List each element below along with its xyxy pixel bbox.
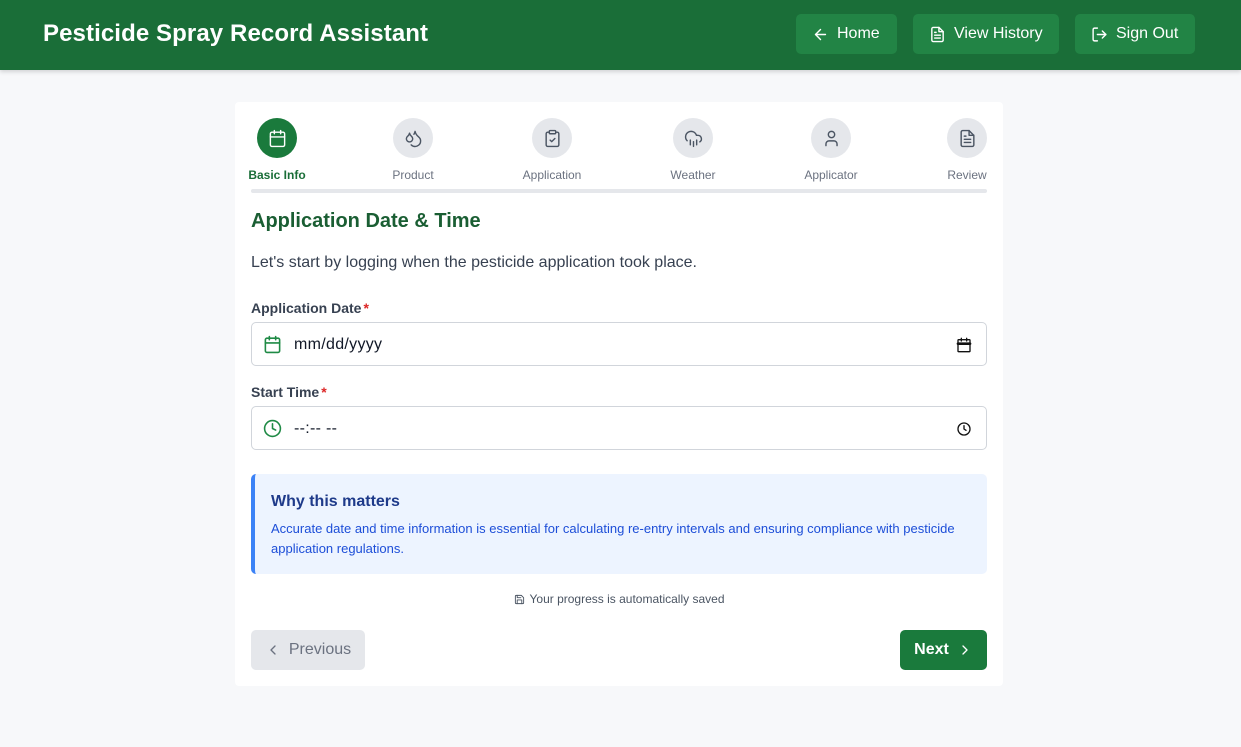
user-icon — [824, 130, 838, 146]
clock-icon — [263, 419, 282, 438]
step-weather[interactable]: Weather — [643, 118, 743, 182]
info-callout: Why this matters Accurate date and time … — [251, 474, 987, 574]
step-label: Product — [392, 168, 434, 182]
start-time-value: --:-- -- — [294, 420, 338, 437]
application-date-input[interactable]: mm/dd/yyyy — [251, 322, 987, 366]
progress-track — [251, 189, 987, 193]
droplets-icon — [405, 130, 421, 147]
step-label: Applicator — [804, 168, 858, 182]
step-label: Review — [947, 168, 987, 182]
previous-button-label: Previous — [288, 641, 352, 658]
step-circle — [393, 118, 433, 158]
chevron-left-icon — [270, 645, 276, 655]
start-time-label-text: Start Time — [251, 384, 320, 400]
save-icon — [514, 594, 524, 604]
step-label: Weather — [670, 168, 716, 182]
previous-button[interactable]: Previous — [251, 630, 365, 670]
file-text-icon — [959, 129, 975, 147]
start-time-input[interactable]: --:-- -- — [251, 406, 987, 450]
step-label: Application — [522, 168, 582, 182]
cloud-rain-icon — [684, 130, 702, 147]
section-intro: Let's start by logging when the pesticid… — [251, 254, 697, 271]
step-circle — [947, 118, 987, 158]
step-product[interactable]: Product — [363, 118, 463, 182]
form-card: Basic Info Product Application Weather A… — [235, 102, 1003, 686]
step-review[interactable]: Review — [917, 118, 1017, 182]
step-circle — [532, 118, 572, 158]
arrow-left-icon — [814, 28, 827, 40]
required-mark: * — [321, 384, 327, 400]
next-button[interactable]: Next — [900, 630, 987, 670]
clipboard-check-icon — [544, 129, 560, 147]
autosave-text: Your progress is automatically saved — [529, 592, 725, 606]
time-picker-icon[interactable] — [956, 421, 972, 437]
start-time-label: Start Time * — [251, 384, 327, 400]
step-circle — [811, 118, 851, 158]
required-mark: * — [363, 300, 369, 316]
calendar-icon — [269, 129, 285, 147]
step-circle — [257, 118, 297, 158]
step-circle — [673, 118, 713, 158]
application-date-value: mm/dd/yyyy — [294, 336, 383, 353]
next-button-label: Next — [914, 641, 949, 658]
home-button-label: Home — [837, 25, 880, 42]
application-date-label: Application Date * — [251, 300, 369, 316]
section-title: Application Date & Time — [251, 210, 481, 232]
step-basic-info[interactable]: Basic Info — [227, 118, 327, 182]
calendar-picker-icon[interactable] — [956, 337, 972, 353]
view-history-button-label: View History — [954, 25, 1043, 42]
calendar-icon — [263, 335, 282, 354]
step-applicator[interactable]: Applicator — [781, 118, 881, 182]
step-label: Basic Info — [248, 168, 306, 182]
view-history-button[interactable]: View History — [913, 14, 1059, 54]
application-date-label-text: Application Date — [251, 300, 362, 316]
sign-out-button-label: Sign Out — [1116, 25, 1179, 42]
file-text-icon — [931, 26, 944, 42]
autosave-notice: Your progress is automatically saved — [235, 592, 1003, 606]
sign-out-button[interactable]: Sign Out — [1075, 14, 1195, 54]
home-button[interactable]: Home — [796, 14, 897, 54]
app-title: Pesticide Spray Record Assistant — [43, 20, 429, 47]
log-out-icon — [1092, 26, 1107, 42]
step-application[interactable]: Application — [502, 118, 602, 182]
app-header: Pesticide Spray Record Assistant Home Vi… — [0, 0, 1241, 70]
chevron-right-icon — [962, 645, 968, 655]
info-title: Why this matters — [271, 493, 400, 510]
info-text: Accurate date and time information is es… — [271, 521, 955, 556]
